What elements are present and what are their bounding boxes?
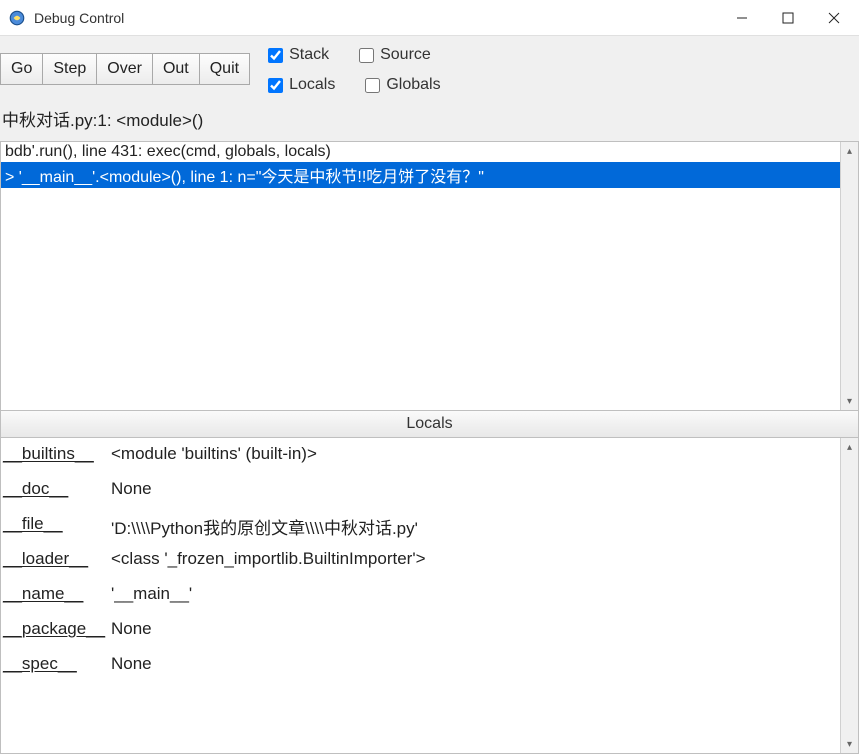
locals-checkbox-label[interactable]: Locals — [268, 76, 335, 94]
stack-list[interactable]: bdb'.run(), line 431: exec(cmd, globals,… — [1, 142, 840, 410]
locals-key: __spec__ — [3, 654, 111, 674]
maximize-button[interactable] — [765, 1, 811, 35]
locals-checkbox[interactable] — [268, 78, 283, 93]
scroll-down-icon[interactable]: ▾ — [841, 392, 858, 410]
source-checkbox-text: Source — [380, 46, 431, 64]
locals-value: None — [111, 479, 152, 499]
locals-row[interactable]: __loader__<class '_frozen_importlib.Buil… — [3, 549, 838, 581]
title-bar: Debug Control — [0, 0, 859, 36]
locals-row[interactable]: __name__'__main__' — [3, 584, 838, 616]
stack-line[interactable]: > '__main__'.<module>(), line 1: n="今天是中… — [1, 162, 840, 188]
locals-row[interactable]: __file__'D:\\\\Python我的原创文章\\\\中秋对话.py' — [3, 514, 838, 546]
close-button[interactable] — [811, 1, 857, 35]
locals-row[interactable]: __package__None — [3, 619, 838, 651]
source-checkbox-label[interactable]: Source — [359, 46, 431, 64]
locals-value: <class '_frozen_importlib.BuiltinImporte… — [111, 549, 426, 569]
stack-scrollbar[interactable]: ▴ ▾ — [840, 142, 858, 410]
locals-value: 'D:\\\\Python我的原创文章\\\\中秋对话.py' — [111, 514, 418, 539]
scroll-up-icon[interactable]: ▴ — [841, 142, 858, 160]
scroll-up-icon[interactable]: ▴ — [841, 438, 858, 456]
stack-checkbox-text: Stack — [289, 46, 329, 64]
locals-panel: __builtins__<module 'builtins' (built-in… — [0, 438, 859, 754]
go-button[interactable]: Go — [0, 53, 42, 85]
toolbar: Go Step Over Out Quit Stack Source Local… — [0, 36, 859, 100]
globals-checkbox-text: Globals — [386, 76, 440, 94]
scroll-down-icon[interactable]: ▾ — [841, 735, 858, 753]
stack-line[interactable]: bdb'.run(), line 431: exec(cmd, globals,… — [1, 142, 840, 162]
locals-key: __package__ — [3, 619, 111, 639]
locals-value: '__main__' — [111, 584, 192, 604]
locals-scrollbar[interactable]: ▴ ▾ — [840, 438, 858, 753]
locals-key: __loader__ — [3, 549, 111, 569]
debug-button-group: Go Step Over Out Quit — [0, 53, 250, 85]
out-button[interactable]: Out — [152, 53, 199, 85]
locals-key: __doc__ — [3, 479, 111, 499]
minimize-button[interactable] — [719, 1, 765, 35]
quit-button[interactable]: Quit — [199, 53, 250, 85]
globals-checkbox[interactable] — [365, 78, 380, 93]
locals-value: None — [111, 619, 152, 639]
current-frame-status: 中秋对话.py:1: <module>() — [0, 100, 859, 141]
locals-list[interactable]: __builtins__<module 'builtins' (built-in… — [1, 438, 840, 753]
stack-checkbox-label[interactable]: Stack — [268, 46, 329, 64]
locals-panel-header: Locals — [0, 411, 859, 438]
locals-checkbox-text: Locals — [289, 76, 335, 94]
stack-panel: bdb'.run(), line 431: exec(cmd, globals,… — [0, 141, 859, 411]
over-button[interactable]: Over — [96, 53, 152, 85]
step-button[interactable]: Step — [42, 53, 96, 85]
app-icon — [8, 9, 26, 27]
locals-key: __file__ — [3, 514, 111, 534]
source-checkbox[interactable] — [359, 48, 374, 63]
locals-key: __name__ — [3, 584, 111, 604]
stack-checkbox[interactable] — [268, 48, 283, 63]
view-options: Stack Source Locals Globals — [268, 44, 441, 94]
locals-row[interactable]: __doc__None — [3, 479, 838, 511]
locals-row[interactable]: __spec__None — [3, 654, 838, 686]
locals-key: __builtins__ — [3, 444, 111, 464]
locals-value: None — [111, 654, 152, 674]
window-title: Debug Control — [34, 10, 124, 26]
locals-row[interactable]: __builtins__<module 'builtins' (built-in… — [3, 444, 838, 476]
globals-checkbox-label[interactable]: Globals — [365, 76, 440, 94]
locals-value: <module 'builtins' (built-in)> — [111, 444, 317, 464]
